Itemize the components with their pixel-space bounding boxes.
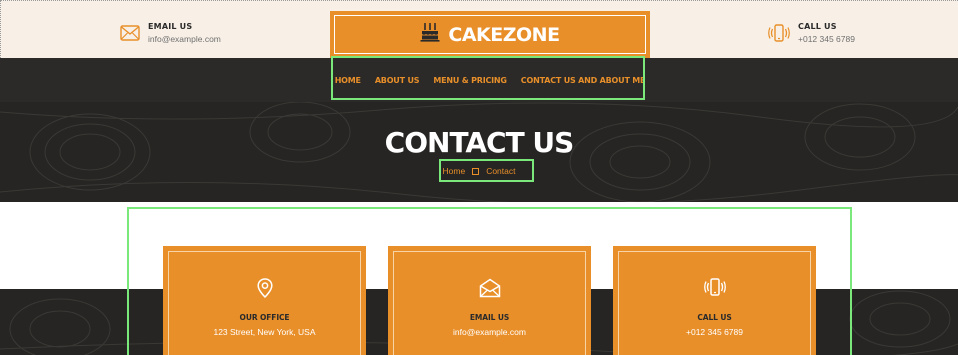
contact-card-office: OUR OFFICE 123 Street, New York, USA	[163, 246, 366, 355]
cake-icon	[420, 22, 440, 47]
breadcrumb-home[interactable]: Home	[443, 166, 466, 176]
contact-card-call: CALL US +012 345 6789	[613, 246, 816, 355]
card-title: OUR OFFICE	[239, 313, 290, 322]
nav-item-home[interactable]: HOME	[335, 76, 361, 85]
logo-text: CAKEZONE	[448, 23, 560, 46]
contact-card-email: EMAIL US info@example.com	[388, 246, 591, 355]
navbar: HOME ABOUT US MENU & PRICING CONTACT US …	[0, 58, 958, 102]
topbar-email[interactable]: EMAIL US info@example.com	[120, 21, 221, 45]
topbar-call-label: CALL US	[798, 22, 837, 31]
breadcrumb-current: Contact	[486, 166, 516, 176]
logo-frame: CAKEZONE	[334, 15, 646, 54]
nav-item-contact[interactable]: CONTACT US AND ABOUT ME	[521, 76, 646, 85]
card-frame: OUR OFFICE 123 Street, New York, USA	[168, 251, 361, 355]
main-nav: HOME ABOUT US MENU & PRICING CONTACT US …	[330, 58, 650, 102]
logo[interactable]: CAKEZONE	[330, 11, 650, 58]
card-frame: CALL US +012 345 6789	[618, 251, 811, 355]
envelope-open-icon	[394, 278, 585, 298]
breadcrumb-separator-icon	[472, 167, 480, 175]
card-value: 123 Street, New York, USA	[213, 327, 316, 337]
card-title: CALL US	[697, 313, 732, 322]
nav-item-about-us[interactable]: ABOUT US	[375, 76, 420, 85]
page-title: CONTACT US	[384, 126, 575, 159]
card-value: info@example.com	[453, 327, 526, 337]
card-title: EMAIL US	[469, 313, 510, 322]
topbar-call-value: +012 345 6789	[798, 34, 855, 44]
phone-vibrate-icon	[619, 278, 810, 296]
topbar-call[interactable]: CALL US +012 345 6789	[768, 21, 855, 45]
card-value: +012 345 6789	[686, 327, 743, 337]
phone-vibrate-icon	[768, 24, 790, 42]
breadcrumb: Home Contact	[0, 166, 958, 176]
topbar-email-value: info@example.com	[148, 34, 221, 44]
envelope-icon	[120, 25, 140, 41]
card-frame: EMAIL US info@example.com	[393, 251, 586, 355]
nav-item-menu-pricing[interactable]: MENU & PRICING	[433, 76, 507, 85]
map-pin-icon	[169, 278, 360, 298]
page-header: CONTACT US Home Contact	[0, 102, 958, 202]
topbar-email-label: EMAIL US	[148, 22, 193, 31]
